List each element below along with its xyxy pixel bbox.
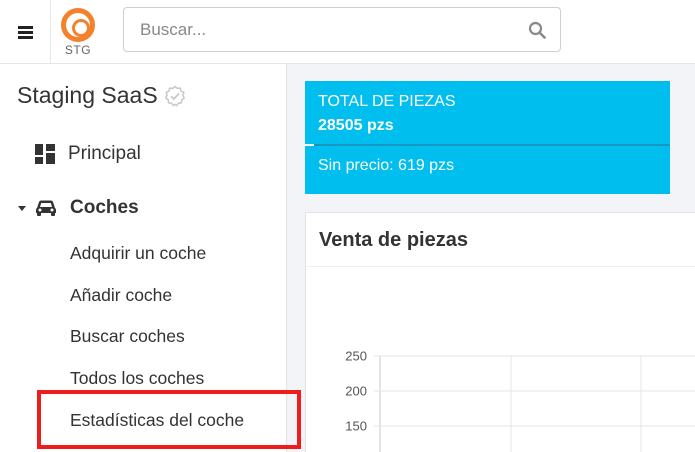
sidebar-subitem-todos-los-coches[interactable]: Todos los coches xyxy=(70,368,204,389)
chart-title: Venta de piezas xyxy=(319,229,468,251)
sidebar-item-label: Principal xyxy=(68,143,141,164)
chart-area: 250 200 150 xyxy=(345,349,695,452)
logo-ring-icon xyxy=(61,8,95,42)
app-logo[interactable]: STG xyxy=(58,6,98,58)
hamburger-menu-button[interactable] xyxy=(0,0,51,63)
chart-y-tick-label: 250 xyxy=(345,349,367,364)
search-input[interactable] xyxy=(124,8,514,51)
sidebar-subitem-adquirir-coche[interactable]: Adquirir un coche xyxy=(70,243,206,264)
sidebar-subitem-buscar-coches[interactable]: Buscar coches xyxy=(70,326,185,347)
sidebar-subitem-anadir-coche[interactable]: Añadir coche xyxy=(70,285,172,306)
tenant-title: Staging SaaS xyxy=(17,82,186,109)
search-icon[interactable] xyxy=(528,21,546,39)
verified-check-icon xyxy=(164,85,185,107)
dashboard-icon xyxy=(35,144,55,164)
total-pieces-card: TOTAL DE PIEZAS 28505 pzs Sin precio: 61… xyxy=(305,81,670,194)
highlight-annotation-box xyxy=(37,390,301,449)
sidebar-item-label: Coches xyxy=(70,197,139,218)
search-box xyxy=(123,7,561,52)
chart-panel-header: Venta de piezas xyxy=(306,213,695,267)
sidebar-item-coches[interactable]: Coches xyxy=(18,197,139,219)
top-bar: STG xyxy=(0,0,695,64)
car-icon xyxy=(36,200,56,216)
sidebar-item-principal[interactable]: Principal xyxy=(35,143,141,165)
stat-card-divider xyxy=(305,144,670,146)
chart-y-tick-label: 200 xyxy=(345,384,367,399)
stat-card-title: TOTAL DE PIEZAS xyxy=(318,93,456,110)
hamburger-icon xyxy=(17,25,33,39)
stat-card-no-price: Sin precio: 619 pzs xyxy=(318,157,455,174)
caret-down-icon xyxy=(18,205,26,211)
stat-card-total: 28505 pzs xyxy=(318,117,394,134)
tenant-name: Staging SaaS xyxy=(17,82,158,108)
sales-chart-panel: Venta de piezas 250 200 150 xyxy=(305,212,695,452)
chart-y-tick-label: 150 xyxy=(345,419,367,434)
logo-text: STG xyxy=(64,43,92,57)
